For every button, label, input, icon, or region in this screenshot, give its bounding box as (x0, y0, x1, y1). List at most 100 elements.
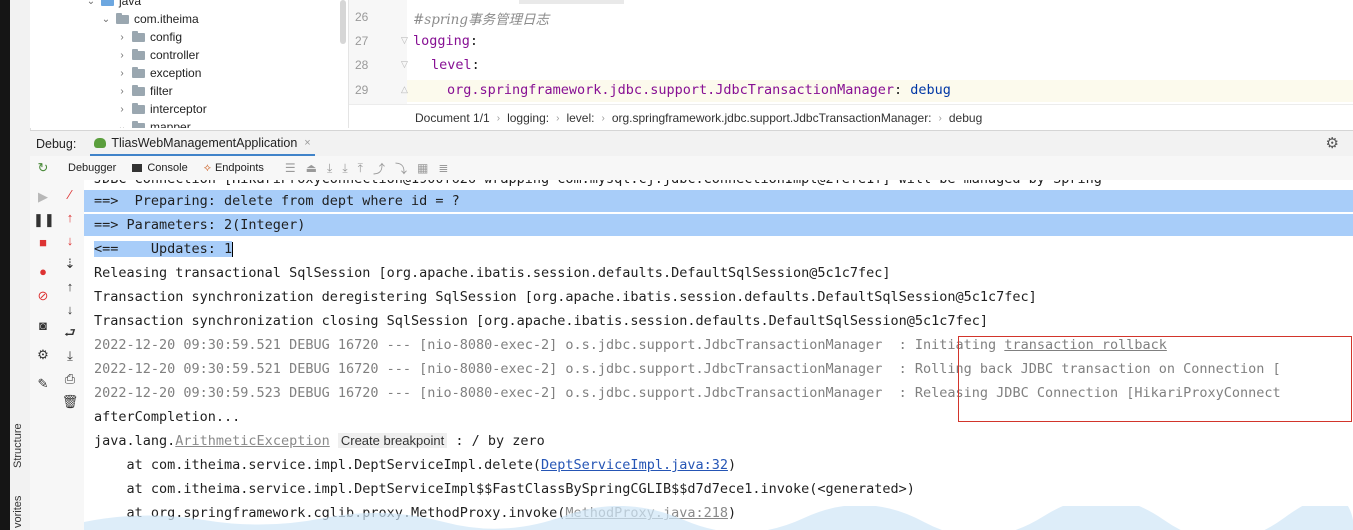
debug-actions-column: ▶ ❚❚ ■ ● ⊘ ◙ ⚙ ✎ (30, 180, 56, 530)
tree-item-com-itheima[interactable]: ⌄ com.itheima (100, 10, 199, 28)
resume-icon[interactable]: ▶ (33, 189, 53, 205)
code-line-29: org.springframework.jdbc.support.JdbcTra… (447, 82, 951, 98)
chevron-right-icon: › (120, 103, 124, 115)
tree-item-config[interactable]: › config (116, 28, 182, 46)
gear-icon[interactable]: ⚙ (1326, 134, 1339, 152)
clear-icon[interactable]: ⁄ (60, 187, 80, 203)
exception-line: java.lang.ArithmeticException Create bre… (94, 433, 545, 449)
trace-icon[interactable]: ≣ (438, 161, 448, 175)
tab-endpoints[interactable]: ⟡ Endpoints (204, 162, 264, 175)
camera-icon[interactable]: ◙ (33, 318, 53, 334)
tree-item-interceptor[interactable]: › interceptor (116, 100, 206, 118)
chevron-right-icon: › (496, 112, 501, 124)
breadcrumb-level[interactable]: level: (566, 111, 594, 125)
up-arrow-icon[interactable]: ↑ (60, 279, 80, 295)
stack-line: at com.itheima.service.impl.DeptServiceI… (94, 457, 737, 473)
endpoints-icon: ⟡ (203, 161, 211, 174)
favorites-tab[interactable]: vorites (12, 496, 24, 528)
structure-tab[interactable]: Structure (12, 423, 24, 468)
package-icon (132, 84, 145, 96)
console-line: JDBC Connection [HikariProxyConnection@1… (94, 180, 1102, 190)
package-icon (132, 66, 145, 78)
console-output[interactable]: JDBC Connection [HikariProxyConnection@1… (84, 180, 1353, 530)
view-breakpoints-icon[interactable]: ● (33, 264, 53, 280)
fold-icon[interactable]: △ (401, 84, 408, 95)
step-out-icon[interactable]: ⤒ (358, 161, 363, 176)
pause-icon[interactable]: ❚❚ (33, 212, 55, 228)
package-icon (132, 102, 145, 114)
scroll-to-end-icon[interactable]: ⤓ (60, 348, 80, 364)
console-line: <== Updates: 1 (94, 241, 234, 257)
debug-subtoolbar: ↻ Debugger Console ⟡ Endpoints ☰ ⏏ ⤓ ⤓ ⤒ … (30, 156, 1353, 181)
tab-debugger[interactable]: Debugger (68, 162, 116, 174)
create-breakpoint-button[interactable]: Create breakpoint (337, 433, 448, 448)
debug-title: Debug: (36, 136, 77, 151)
chevron-right-icon: › (601, 112, 605, 124)
stop-icon[interactable]: ■ (33, 235, 53, 251)
source-link[interactable]: DeptServiceImpl.java:32 (541, 457, 728, 473)
fold-icon[interactable]: ▽ (401, 59, 408, 70)
breadcrumb-document[interactable]: Document 1/1 (415, 111, 490, 125)
evaluate-icon[interactable]: ▦ (417, 161, 428, 175)
project-tree: ⌄ java ⌄ com.itheima › config › controll… (30, 0, 349, 128)
tree-item-exception[interactable]: › exception (116, 64, 201, 82)
line-number: 26 (355, 10, 369, 24)
chevron-right-icon: › (120, 31, 124, 43)
text-cursor (232, 241, 234, 257)
close-icon[interactable]: × (304, 137, 310, 149)
chevron-right-icon: › (120, 49, 124, 61)
console-line: ==> Parameters: 2(Integer) (84, 214, 1353, 236)
package-icon (132, 30, 145, 42)
run-to-cursor-icon[interactable]: ⤵ (395, 160, 407, 177)
settings-icon[interactable]: ⚙ (33, 347, 53, 363)
show-execution-point-icon[interactable]: ⏏ (306, 161, 317, 175)
tool-window-strip: Structure vorites (10, 0, 31, 530)
tree-item-controller[interactable]: › controller (116, 46, 199, 64)
chevron-down-icon: ⌄ (117, 121, 127, 129)
breadcrumb: Document 1/1 › logging: › level: › org.s… (349, 104, 1353, 131)
tree-item-java[interactable]: ⌄ java (85, 0, 141, 10)
trash-icon[interactable]: 🗑 (60, 394, 80, 410)
editor-line-highlight (519, 0, 624, 4)
print-icon[interactable]: ⎙ (60, 371, 80, 387)
down-arrow-icon[interactable]: ↓ (60, 302, 80, 318)
tree-item-mapper[interactable]: ⌄ mapper (116, 118, 191, 128)
soft-wrap-icon[interactable]: ⮐ (60, 325, 80, 341)
console-actions-column: ⁄ ↑ ↓ ⇣ ↑ ↓ ⮐ ⤓ ⎙ 🗑 (56, 180, 85, 530)
console-line: Transaction synchronization closing SqlS… (94, 313, 989, 329)
drop-frame-icon[interactable]: ⤴ (373, 160, 385, 177)
breadcrumb-manager[interactable]: org.springframework.jdbc.support.JdbcTra… (612, 111, 932, 125)
fold-icon[interactable]: ▽ (401, 35, 408, 46)
mute-breakpoints-icon[interactable]: ⊘ (33, 288, 53, 304)
pin-icon[interactable]: ✎ (33, 376, 53, 392)
debug-toolwindow-header: Debug: TliasWebManagementApplication × ⚙ (30, 130, 1353, 157)
chevron-right-icon: › (120, 85, 124, 97)
code-line-26: #spring事务管理日志 (413, 12, 549, 28)
package-icon (132, 48, 145, 60)
tree-scrollbar[interactable] (340, 0, 346, 44)
rerun-icon[interactable]: ↻ (30, 160, 56, 176)
code-editor[interactable]: 26 27 28 29 ▽ ▽ △ #spring事务管理日志 logging:… (349, 0, 1353, 104)
console-line: Releasing transactional SqlSession [org.… (94, 265, 891, 281)
folder-icon (101, 0, 114, 6)
chevron-right-icon: › (120, 67, 124, 79)
step-into-icon[interactable]: ⤓ (342, 161, 347, 176)
menu-icon[interactable]: ☰ (285, 161, 296, 175)
down-arrow-icon[interactable]: ↓ (60, 233, 80, 249)
breadcrumb-logging[interactable]: logging: (507, 111, 549, 125)
sort-icon[interactable]: ⇣ (60, 256, 80, 272)
stack-line: at com.itheima.service.impl.DeptServiceI… (94, 481, 915, 497)
line-number: 28 (355, 58, 369, 72)
console-line: ==> Preparing: delete from dept where id… (84, 190, 1353, 212)
step-over-icon[interactable]: ⤓ (327, 161, 332, 176)
tree-item-filter[interactable]: › filter (116, 82, 172, 100)
console-line: afterCompletion... (94, 409, 241, 425)
exception-link[interactable]: ArithmeticException (175, 433, 329, 449)
up-arrow-icon[interactable]: ↑ (60, 210, 80, 226)
run-config-tab[interactable]: TliasWebManagementApplication × (90, 131, 315, 156)
line-number: 27 (355, 34, 369, 48)
breadcrumb-debug[interactable]: debug (949, 111, 982, 125)
code-line-28: level: (431, 57, 480, 73)
code-line-27: logging: (413, 33, 479, 49)
tab-console[interactable]: Console (132, 162, 188, 174)
